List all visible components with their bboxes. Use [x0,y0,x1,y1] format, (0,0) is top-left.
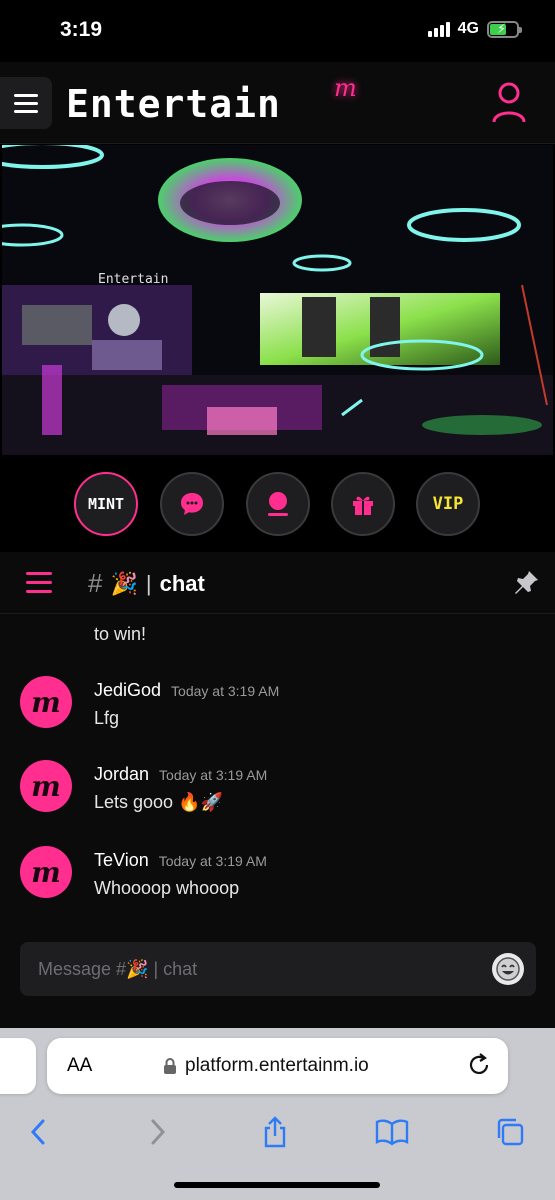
message-text: Lfg [94,708,120,728]
channel-title: chat [159,570,205,596]
status-bar: 3:19 4G ⚡ [0,0,555,62]
message-input[interactable] [38,942,478,996]
signal-icon [427,21,450,37]
message-text: Whoooop whooop [94,878,240,898]
vip-label: VIP [432,494,464,514]
address-bar[interactable]: AA platform.entertainm.io [47,1038,508,1094]
message-list[interactable]: to win! m JediGod Today at 3:19 AM Lfg m… [0,614,555,924]
message-author[interactable]: JediGod [94,680,161,701]
chevron-right-icon [151,1119,166,1145]
composer-area [0,924,555,1028]
mint-button[interactable]: MINT [74,472,138,536]
chat-bubble-icon [181,493,203,515]
home-indicator [174,1182,380,1188]
network-label: 4G [457,20,479,37]
avatar[interactable]: m [20,760,72,812]
browser-chrome: AA platform.entertainm.io [0,1028,555,1200]
book-icon [375,1119,409,1146]
brand-badge-icon: m [334,74,357,102]
message-item[interactable]: m TeVion Today at 3:19 AM Whoooop whooop [0,846,555,924]
action-bar: MINT VIP [0,472,555,538]
channel-menu-button[interactable] [26,572,52,593]
message-item[interactable]: m Jordan Today at 3:19 AM Lets gooo 🔥🚀 [0,760,555,840]
back-button[interactable] [18,1112,58,1152]
previous-tab-preview[interactable] [0,1038,36,1094]
message-timestamp: Today at 3:19 AM [159,767,268,783]
main-menu-button[interactable] [0,77,52,129]
mint-label: MINT [87,495,125,513]
person-icon [268,492,288,516]
lock-icon [164,1058,176,1074]
message-timestamp: Today at 3:19 AM [158,853,267,869]
browser-toolbar [0,1112,555,1156]
message-header: Jordan Today at 3:19 AM [94,764,267,785]
gift-icon [353,496,373,515]
reload-icon[interactable] [466,1052,492,1078]
chat-button[interactable] [160,472,224,536]
message-composer [20,942,536,996]
user-button[interactable] [246,472,310,536]
brand-logo[interactable]: Entertain [66,82,281,126]
svg-text:Entertain: Entertain [98,272,168,287]
avatar[interactable]: m [20,846,72,898]
message-author[interactable]: Jordan [94,764,149,785]
chevron-left-icon [30,1119,45,1145]
app-header: Entertain m [0,62,555,144]
url-display[interactable]: platform.entertainm.io [163,1055,369,1077]
gift-button[interactable] [331,472,395,536]
message-author[interactable]: TeVion [94,850,149,871]
profile-icon[interactable] [491,80,527,124]
pin-icon[interactable] [511,568,541,598]
vip-button[interactable]: VIP [416,472,480,536]
message-header: TeVion Today at 3:19 AM [94,850,267,871]
partial-message-text: to win! [94,624,147,644]
message-item[interactable]: m JediGod Today at 3:19 AM Lfg [0,676,555,756]
battery-icon: ⚡ [487,20,522,38]
event-video-stream[interactable]: Entertain [2,145,553,455]
emoji-picker-button[interactable] [492,953,524,985]
party-emoji: 🎉 [110,570,138,596]
forward-button[interactable] [138,1112,178,1152]
share-icon [264,1116,286,1148]
message-timestamp: Today at 3:19 AM [171,683,280,699]
club-scene-image: Entertain [2,145,553,455]
hash-icon: # [88,568,103,598]
channel-separator: | [145,570,152,596]
emoji-icon [496,957,520,981]
message-header: JediGod Today at 3:19 AM [94,680,279,701]
avatar[interactable]: m [20,676,72,728]
message-text: Lets gooo 🔥🚀 [94,792,223,812]
url-text: platform.entertainm.io [185,1055,369,1076]
channel-name: # 🎉 | chat [88,568,205,599]
bookmarks-button[interactable] [372,1112,412,1152]
tabs-icon [497,1118,524,1146]
status-time: 3:19 [60,18,103,41]
share-button[interactable] [255,1112,295,1152]
tabs-button[interactable] [490,1112,530,1152]
channel-header: # 🎉 | chat [0,552,555,614]
reader-settings-button[interactable]: AA [67,1055,92,1077]
status-indicators: 4G ⚡ [427,20,522,38]
